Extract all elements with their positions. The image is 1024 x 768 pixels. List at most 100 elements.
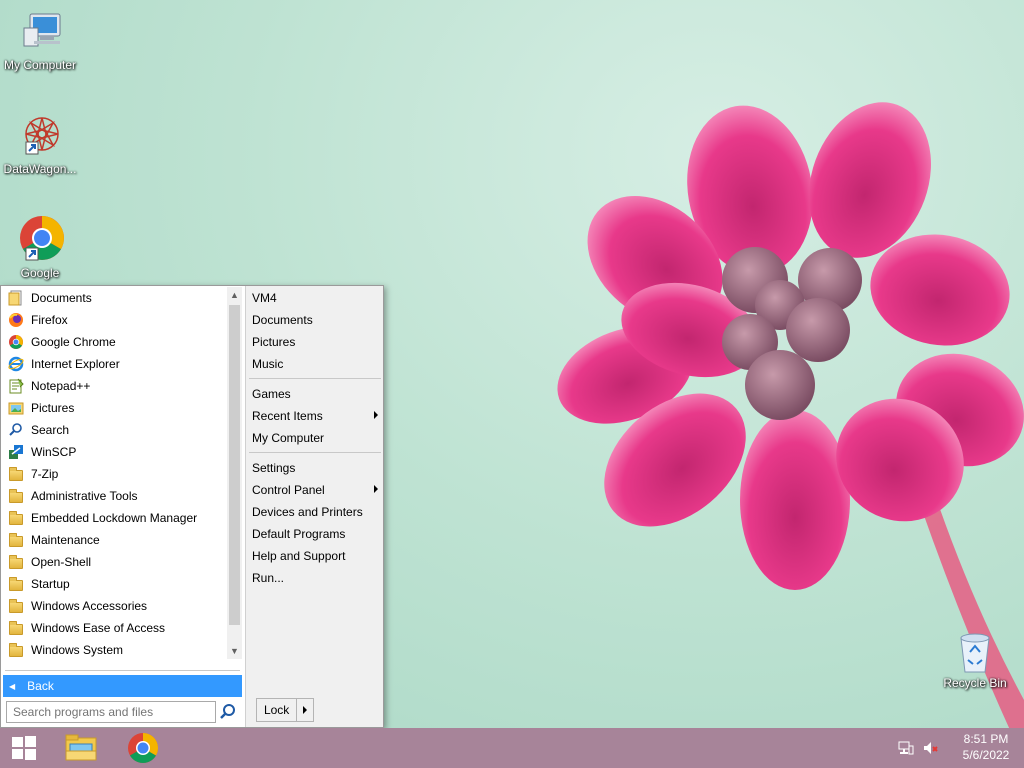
program-item[interactable]: Pictures [2, 397, 226, 419]
clock-date: 5/6/2022 [962, 748, 1010, 762]
clock-time: 8:51 PM [963, 732, 1009, 746]
program-item[interactable]: Firefox [2, 309, 226, 331]
lock-button[interactable]: Lock [256, 698, 314, 722]
scroll-down-arrow[interactable]: ▼ [227, 643, 242, 659]
desktop-icon-google-chrome[interactable]: Google [0, 216, 80, 280]
places-item[interactable]: My Computer [246, 427, 384, 449]
program-label: Embedded Lockdown Manager [31, 511, 198, 525]
programs-pane: Documents Firefox Google Chrome Internet Ex… [1, 286, 245, 727]
pictures-icon [8, 400, 24, 416]
program-label: Open-Shell [31, 555, 92, 569]
places-item[interactable]: VM4 [246, 287, 384, 309]
volume-muted-icon[interactable] [920, 728, 940, 768]
places-label: My Computer [252, 431, 325, 445]
program-item[interactable]: Maintenance [2, 529, 226, 551]
chrome-icon [16, 216, 64, 264]
places-item[interactable]: Music [246, 353, 384, 375]
desktop-icon-my-computer[interactable]: My Computer [0, 8, 80, 72]
places-item[interactable]: Recent Items [246, 405, 384, 427]
program-label: 7-Zip [31, 467, 59, 481]
back-arrow-icon: ◀ [9, 681, 16, 691]
places-label: Default Programs [252, 527, 346, 541]
documents-icon [8, 290, 24, 306]
program-item[interactable]: Windows Accessories [2, 595, 226, 617]
program-item[interactable]: Documents [2, 287, 226, 309]
desktop-icon-label: Recycle Bin [943, 676, 1007, 690]
program-item[interactable]: Startup [2, 573, 226, 595]
places-item[interactable]: Documents [246, 309, 384, 331]
places-label: Recent Items [252, 409, 323, 423]
program-label: Firefox [31, 313, 68, 327]
desktop-icon-label: Google [20, 266, 60, 280]
folder-icon [8, 488, 24, 504]
computer-icon [16, 8, 64, 56]
recycle-bin-icon [955, 630, 995, 674]
program-item[interactable]: Windows System [2, 639, 226, 661]
places-item[interactable]: Control Panel [246, 479, 384, 501]
network-icon[interactable] [896, 728, 916, 768]
chrome-icon [128, 733, 159, 764]
search-input[interactable] [6, 701, 216, 723]
program-item[interactable]: Windows Ease of Access [2, 617, 226, 639]
folder-icon [8, 554, 24, 570]
separator [5, 670, 240, 671]
winscp-icon [8, 444, 24, 460]
lock-options-arrow[interactable] [296, 699, 313, 721]
places-item[interactable]: Devices and Printers [246, 501, 384, 523]
program-item[interactable]: WinSCP [2, 441, 226, 463]
back-label: Back [27, 679, 54, 693]
scroll-thumb[interactable] [229, 305, 240, 625]
desktop-icon-recycle-bin[interactable]: Recycle Bin [935, 630, 1015, 690]
submenu-arrow-icon [374, 485, 378, 493]
program-label: WinSCP [31, 445, 77, 459]
start-button[interactable] [0, 728, 48, 768]
program-label: Documents [31, 291, 92, 305]
notepad-plus-plus-icon [8, 378, 24, 394]
network-tray-icon [898, 741, 914, 755]
places-pane: VM4 Documents Pictures Music Games Recent Ite… [246, 286, 384, 727]
folder-icon [8, 466, 24, 482]
search-icon [8, 422, 24, 438]
lock-label: Lock [263, 703, 290, 717]
places-item[interactable]: Run... [246, 567, 384, 589]
desktop-icon-label: DataWagon... [3, 162, 77, 176]
folder-icon [8, 510, 24, 526]
folder-icon [8, 576, 24, 592]
program-item[interactable]: Search [2, 419, 226, 441]
speaker-muted-icon [924, 742, 938, 754]
program-item[interactable]: Open-Shell [2, 551, 226, 573]
chrome-button[interactable] [120, 728, 166, 768]
folder-icon [8, 620, 24, 636]
back-button[interactable]: ◀ Back [3, 675, 242, 697]
program-label: Administrative Tools [31, 489, 138, 503]
places-item[interactable]: Help and Support [246, 545, 384, 567]
program-item[interactable]: Internet Explorer [2, 353, 226, 375]
program-list: Documents Firefox Google Chrome Internet Ex… [2, 287, 226, 661]
desktop-icon-datawagon[interactable]: DataWagon... [0, 112, 80, 176]
places-label: Control Panel [252, 483, 325, 497]
places-label: Devices and Printers [252, 505, 363, 519]
clock[interactable]: 8:51 PM 5/6/2022 [956, 731, 1016, 763]
program-label: Maintenance [31, 533, 100, 547]
scroll-up-arrow[interactable]: ▲ [227, 287, 242, 303]
program-item[interactable]: 7-Zip [2, 463, 226, 485]
places-item[interactable]: Games [246, 383, 384, 405]
places-label: Run... [252, 571, 285, 585]
program-item[interactable]: Administrative Tools [2, 485, 226, 507]
program-item[interactable]: Google Chrome [2, 331, 226, 353]
folder-icon [8, 642, 24, 658]
program-list-scrollbar[interactable]: ▲ ▼ [227, 287, 242, 659]
program-item[interactable]: Embedded Lockdown Manager [2, 507, 226, 529]
file-explorer-button[interactable] [58, 728, 104, 768]
firefox-icon [8, 312, 24, 328]
places-item[interactable]: Default Programs [246, 523, 384, 545]
program-label: Google Chrome [31, 335, 116, 349]
chrome-icon [8, 334, 24, 350]
program-item[interactable]: Notepad++ [2, 375, 226, 397]
search-icon[interactable] [219, 703, 237, 721]
places-item[interactable]: Settings [246, 457, 384, 479]
start-menu: Documents Firefox Google Chrome Internet Ex… [0, 285, 384, 728]
taskbar: 8:51 PM 5/6/2022 [0, 728, 1024, 768]
places-item[interactable]: Pictures [246, 331, 384, 353]
places-label: Pictures [252, 335, 296, 349]
